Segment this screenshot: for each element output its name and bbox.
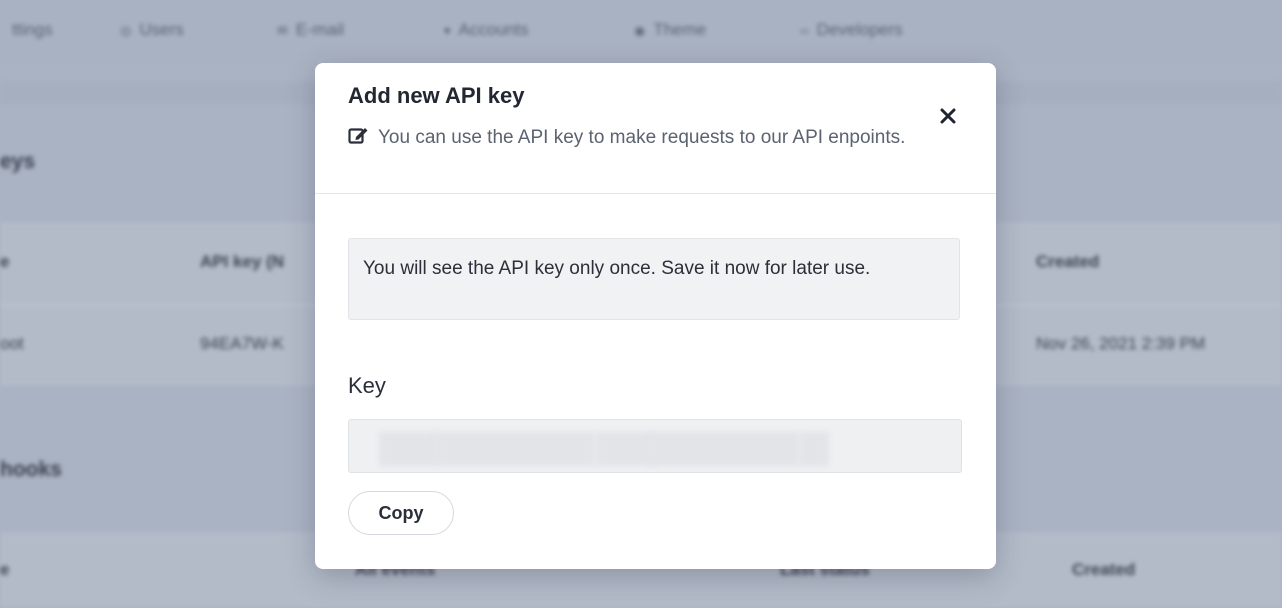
table-header-api-key: API key (N [200, 252, 285, 271]
table-cell-api-key: 94EA7W-K [200, 334, 284, 353]
modal-subtitle-text: You can use the API key to make requests… [378, 127, 906, 148]
webhook-header-created: Created [1072, 560, 1136, 579]
nav-item-developers[interactable]: ‹› Developers [800, 20, 903, 40]
api-key-field[interactable] [348, 419, 962, 473]
redacted-key-block [379, 432, 439, 466]
nav-item-accounts[interactable]: ▾ Accounts [444, 20, 528, 40]
redacted-key-block [435, 432, 595, 466]
section-title-webhooks: hooks [0, 458, 62, 481]
modal-title: Add new API key [348, 83, 525, 108]
nav-item-email[interactable]: ✉ E-mail [277, 20, 344, 40]
users-icon: ◎ [120, 23, 132, 38]
theme-icon: ◉ [634, 23, 646, 38]
table-cell-name: oot [0, 334, 24, 353]
add-api-key-modal: Add new API key You can use the API key … [315, 63, 996, 569]
table-cell-created: Nov 26, 2021 2:39 PM [1036, 334, 1206, 353]
nav-label: E-mail [295, 20, 345, 39]
nav-label: ttings [12, 20, 53, 39]
webhook-header-name: e [0, 560, 10, 579]
nav-item-users[interactable]: ◎ Users [120, 20, 184, 40]
table-header-name: e [0, 252, 10, 271]
key-label: Key [348, 373, 386, 398]
copy-button[interactable]: Copy [348, 491, 454, 535]
edit-icon [348, 128, 368, 144]
top-navigation: ttings ◎ Users ✉ E-mail ▾ Accounts ◉ Theme ‹… [0, 0, 1282, 62]
nav-item-settings[interactable]: ttings [4, 20, 53, 40]
nav-item-theme[interactable]: ◉ Theme [634, 20, 706, 40]
redacted-key-block [649, 432, 799, 466]
developers-icon: ‹› [800, 23, 809, 38]
warning-alert: You will see the API key only once. Save… [348, 238, 960, 320]
nav-label: Developers [816, 20, 903, 39]
modal-subtitle: You can use the API key to make requests… [348, 123, 968, 153]
close-icon [940, 108, 956, 124]
accounts-icon: ▾ [444, 23, 451, 38]
table-header-created: Created [1036, 252, 1100, 271]
nav-label: Theme [653, 20, 707, 39]
redacted-key-block [595, 432, 655, 466]
nav-label: Accounts [458, 20, 529, 39]
modal-header: Add new API key You can use the API key … [315, 63, 996, 194]
nav-label: Users [139, 20, 184, 39]
email-icon: ✉ [277, 23, 288, 38]
section-title-api-keys: eys [0, 150, 36, 173]
redacted-key-block [799, 432, 829, 466]
